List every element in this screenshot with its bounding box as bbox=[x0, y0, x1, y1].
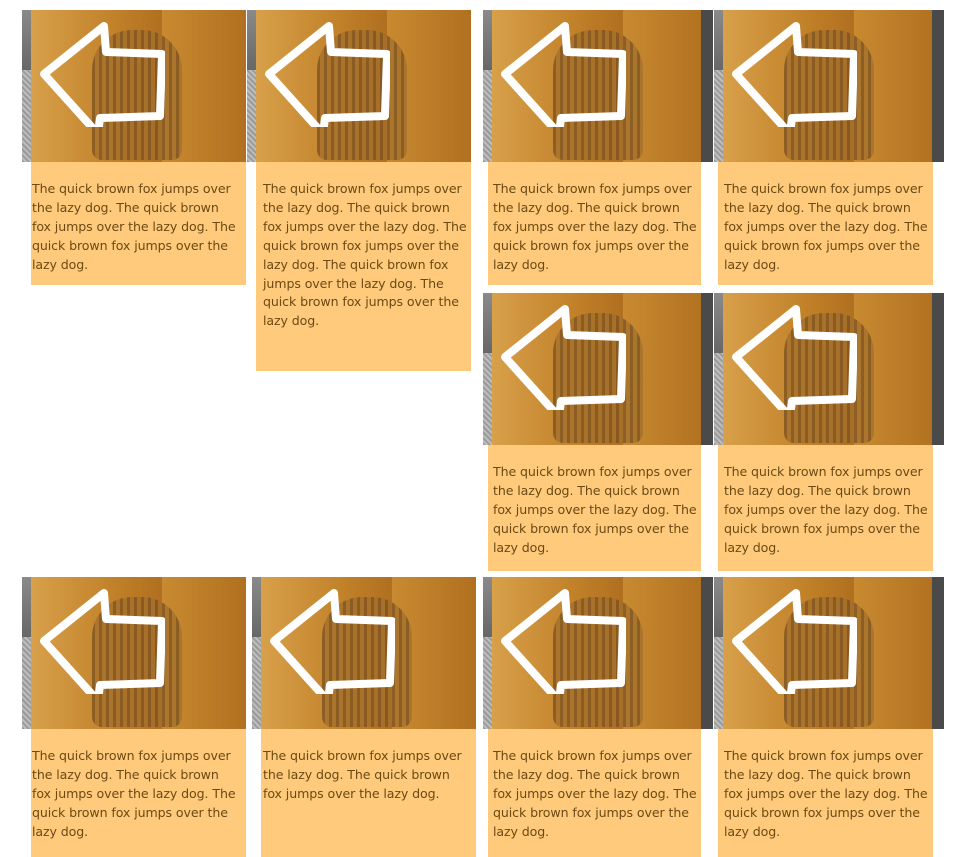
card-text: The quick brown fox jumps over the lazy … bbox=[724, 181, 928, 272]
kitten-photo bbox=[714, 10, 944, 162]
kitten-photo bbox=[714, 577, 944, 729]
kitten-photo bbox=[714, 293, 944, 445]
card-10: The quick brown fox jumps over the lazy … bbox=[714, 577, 944, 857]
card-text: The quick brown fox jumps over the lazy … bbox=[724, 464, 928, 555]
left-arrow-icon bbox=[40, 22, 165, 127]
card-text: The quick brown fox jumps over the lazy … bbox=[32, 181, 236, 272]
card-5: The quick brown fox jumps over the lazy … bbox=[483, 293, 713, 571]
kitten-photo bbox=[483, 577, 713, 729]
left-arrow-icon bbox=[501, 305, 626, 410]
kitten-photo bbox=[247, 10, 471, 162]
card-2: The quick brown fox jumps over the lazy … bbox=[247, 10, 471, 371]
card-text: The quick brown fox jumps over the lazy … bbox=[724, 748, 928, 839]
left-arrow-icon bbox=[40, 589, 165, 694]
left-arrow-icon bbox=[732, 305, 857, 410]
card-text: The quick brown fox jumps over the lazy … bbox=[32, 748, 236, 839]
card-text: The quick brown fox jumps over the lazy … bbox=[493, 181, 697, 272]
left-arrow-icon bbox=[265, 22, 390, 127]
card-9: The quick brown fox jumps over the lazy … bbox=[483, 577, 713, 857]
kitten-photo bbox=[22, 577, 246, 729]
kitten-photo bbox=[483, 293, 713, 445]
card-text: The quick brown fox jumps over the lazy … bbox=[263, 748, 462, 801]
left-arrow-icon bbox=[501, 589, 626, 694]
card-3: The quick brown fox jumps over the lazy … bbox=[483, 10, 713, 285]
card-text: The quick brown fox jumps over the lazy … bbox=[493, 748, 697, 839]
kitten-photo bbox=[483, 10, 713, 162]
kitten-photo bbox=[22, 10, 246, 162]
card-7: The quick brown fox jumps over the lazy … bbox=[22, 577, 246, 857]
card-6: The quick brown fox jumps over the lazy … bbox=[714, 293, 944, 571]
kitten-photo bbox=[252, 577, 476, 729]
left-arrow-icon bbox=[270, 589, 395, 694]
left-arrow-icon bbox=[501, 22, 626, 127]
card-text: The quick brown fox jumps over the lazy … bbox=[493, 464, 697, 555]
card-1: The quick brown fox jumps over the lazy … bbox=[22, 10, 246, 285]
left-arrow-icon bbox=[732, 589, 857, 694]
card-8: The quick brown fox jumps over the lazy … bbox=[252, 577, 476, 857]
card-text: The quick brown fox jumps over the lazy … bbox=[263, 181, 467, 329]
left-arrow-icon bbox=[732, 22, 857, 127]
card-4: The quick brown fox jumps over the lazy … bbox=[714, 10, 944, 285]
